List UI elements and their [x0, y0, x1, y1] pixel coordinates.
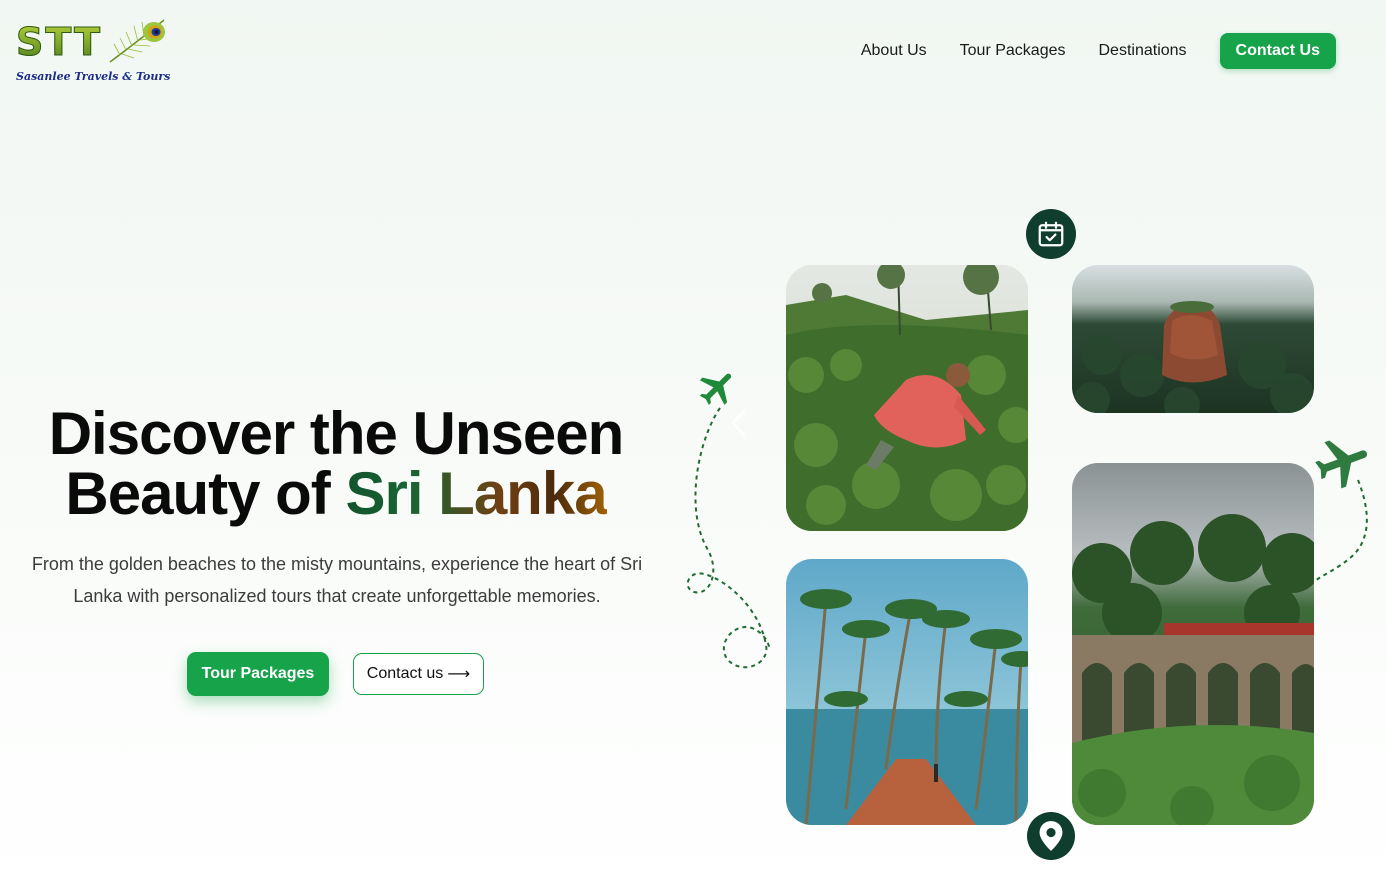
arrow-right-icon: ⟶ [447, 666, 471, 683]
hero-title-line2: Beauty of [65, 460, 346, 527]
hero-description: From the golden beaches to the misty mou… [31, 554, 643, 606]
chevron-left-icon[interactable] [728, 408, 750, 438]
nine-arch-bridge-photo [1072, 463, 1314, 825]
tour-packages-button[interactable]: Tour Packages [187, 652, 329, 696]
peacock-feather-icon [109, 19, 165, 63]
location-pin-icon [1039, 821, 1063, 851]
hero-title: Discover the Unseen Beauty of Sri Lanka [0, 404, 672, 524]
nav-destinations[interactable]: Destinations [1099, 42, 1187, 60]
nav-about-us[interactable]: About Us [861, 42, 927, 60]
logo-wordmark: STT [15, 20, 103, 65]
contact-us-button[interactable]: Contact us ⟶ [353, 653, 484, 695]
nav-tour-packages[interactable]: Tour Packages [960, 42, 1066, 60]
calendar-badge [1026, 209, 1076, 259]
location-badge [1027, 812, 1075, 860]
airplane-icon [699, 373, 732, 405]
airplane-icon [1315, 440, 1368, 489]
hero-title-line1: Discover the Unseen [48, 400, 625, 467]
sigiriya-rock-photo [1072, 265, 1314, 413]
logo-tagline: Sasanlee Travels & Tours [16, 70, 171, 83]
nav-contact-button[interactable]: Contact Us [1219, 33, 1336, 69]
calendar-check-icon [1038, 221, 1064, 247]
hero-title-accent: Sri Lanka [345, 460, 607, 527]
tea-plantation-photo [786, 265, 1028, 531]
main-nav: About Us Tour Packages Destinations Cont… [861, 33, 1336, 69]
contact-us-label: Contact us [366, 665, 444, 682]
palm-beach-photo [786, 559, 1028, 825]
brand-logo[interactable]: STT Sasanlee Travels & Tours [14, 14, 174, 88]
